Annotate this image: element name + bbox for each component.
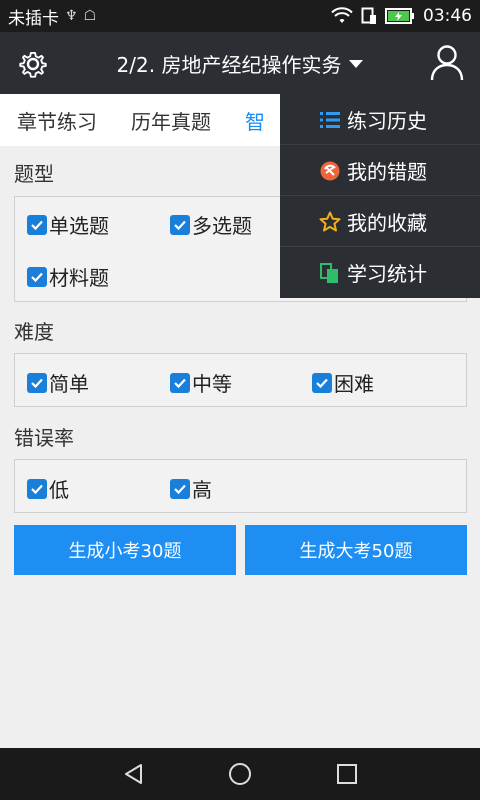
menu-item-label: 我的错题 (347, 159, 427, 184)
menu-item-label: 学习统计 (347, 262, 427, 286)
checkbox-label: 低 (49, 478, 69, 502)
menu-item-my-mistakes[interactable]: 我的错题 (280, 145, 480, 196)
checkmark-icon (27, 266, 47, 287)
settings-gear-icon[interactable] (17, 48, 49, 80)
checkbox-label: 单选题 (49, 214, 109, 238)
checkmark-icon (27, 372, 47, 393)
checkbox-label: 高 (192, 478, 212, 502)
usb-icon: ♆ (65, 8, 78, 24)
error-book-icon (320, 161, 340, 181)
tab-smart[interactable]: 智 (228, 106, 282, 135)
checkbox-single-choice[interactable]: 单选题 (27, 210, 109, 239)
tab-past-exams[interactable]: 历年真题 (114, 106, 228, 135)
course-title: 2/2. 房地产经纪操作实务 (116, 52, 342, 77)
checkbox-label: 简单 (49, 372, 89, 396)
checkbox-label: 中等 (192, 372, 232, 396)
android-debug-icon: ☖ (83, 8, 97, 24)
menu-item-my-favorites[interactable]: 我的收藏 (280, 196, 480, 247)
checkbox-label: 多选题 (192, 214, 252, 238)
stats-icon (320, 263, 338, 283)
generate-small-exam-button[interactable]: 生成小考30题 (14, 525, 236, 575)
difficulty-box: 简单 中等 困难 (14, 353, 467, 407)
checkmark-icon (170, 478, 190, 499)
system-nav-bar (0, 748, 480, 800)
checkbox-low[interactable]: 低 (27, 474, 69, 503)
menu-item-practice-history[interactable]: 练习历史 (280, 94, 480, 145)
menu-item-study-stats[interactable]: 学习统计 (280, 247, 480, 298)
checkbox-multiple-choice[interactable]: 多选题 (170, 210, 252, 239)
checkbox-high[interactable]: 高 (170, 474, 212, 503)
generate-big-exam-button[interactable]: 生成大考50题 (245, 525, 467, 575)
question-type-heading: 题型 (14, 162, 54, 186)
checkbox-label: 材料题 (49, 266, 109, 290)
overflow-menu: 练习历史 我的错题 我的收藏 学习统计 (280, 94, 480, 298)
difficulty-heading: 难度 (14, 320, 54, 344)
battery-icon (385, 8, 414, 24)
course-selector[interactable]: 2/2. 房地产经纪操作实务 (72, 32, 408, 94)
user-profile-icon[interactable] (430, 44, 464, 82)
error-rate-heading: 错误率 (14, 426, 74, 450)
error-rate-box: 低 高 (14, 459, 467, 513)
checkmark-icon (27, 478, 47, 499)
checkbox-easy[interactable]: 简单 (27, 368, 89, 397)
menu-item-label: 我的收藏 (347, 210, 427, 235)
checkbox-hard[interactable]: 困难 (312, 368, 374, 397)
menu-item-label: 练习历史 (347, 108, 427, 133)
clock-text: 03:46 (423, 6, 472, 26)
list-icon (320, 112, 340, 128)
sim-icon (361, 7, 376, 24)
dropdown-caret-icon (349, 60, 364, 68)
home-icon[interactable] (228, 762, 252, 786)
checkbox-medium[interactable]: 中等 (170, 368, 232, 397)
star-icon (319, 211, 341, 232)
carrier-text: 未插卡 (8, 8, 59, 29)
checkbox-material[interactable]: 材料题 (27, 262, 109, 291)
tab-chapter-practice[interactable]: 章节练习 (0, 106, 114, 135)
checkmark-icon (170, 214, 190, 235)
back-icon[interactable] (122, 762, 146, 786)
app-bar: 2/2. 房地产经纪操作实务 (0, 32, 480, 94)
recents-icon[interactable] (335, 762, 359, 786)
checkmark-icon (170, 372, 190, 393)
status-bar: 未插卡 ♆ ☖ 03:46 (0, 0, 480, 32)
checkmark-icon (27, 214, 47, 235)
checkbox-label: 困难 (334, 372, 374, 396)
checkmark-icon (312, 372, 332, 393)
wifi-icon (331, 7, 353, 23)
